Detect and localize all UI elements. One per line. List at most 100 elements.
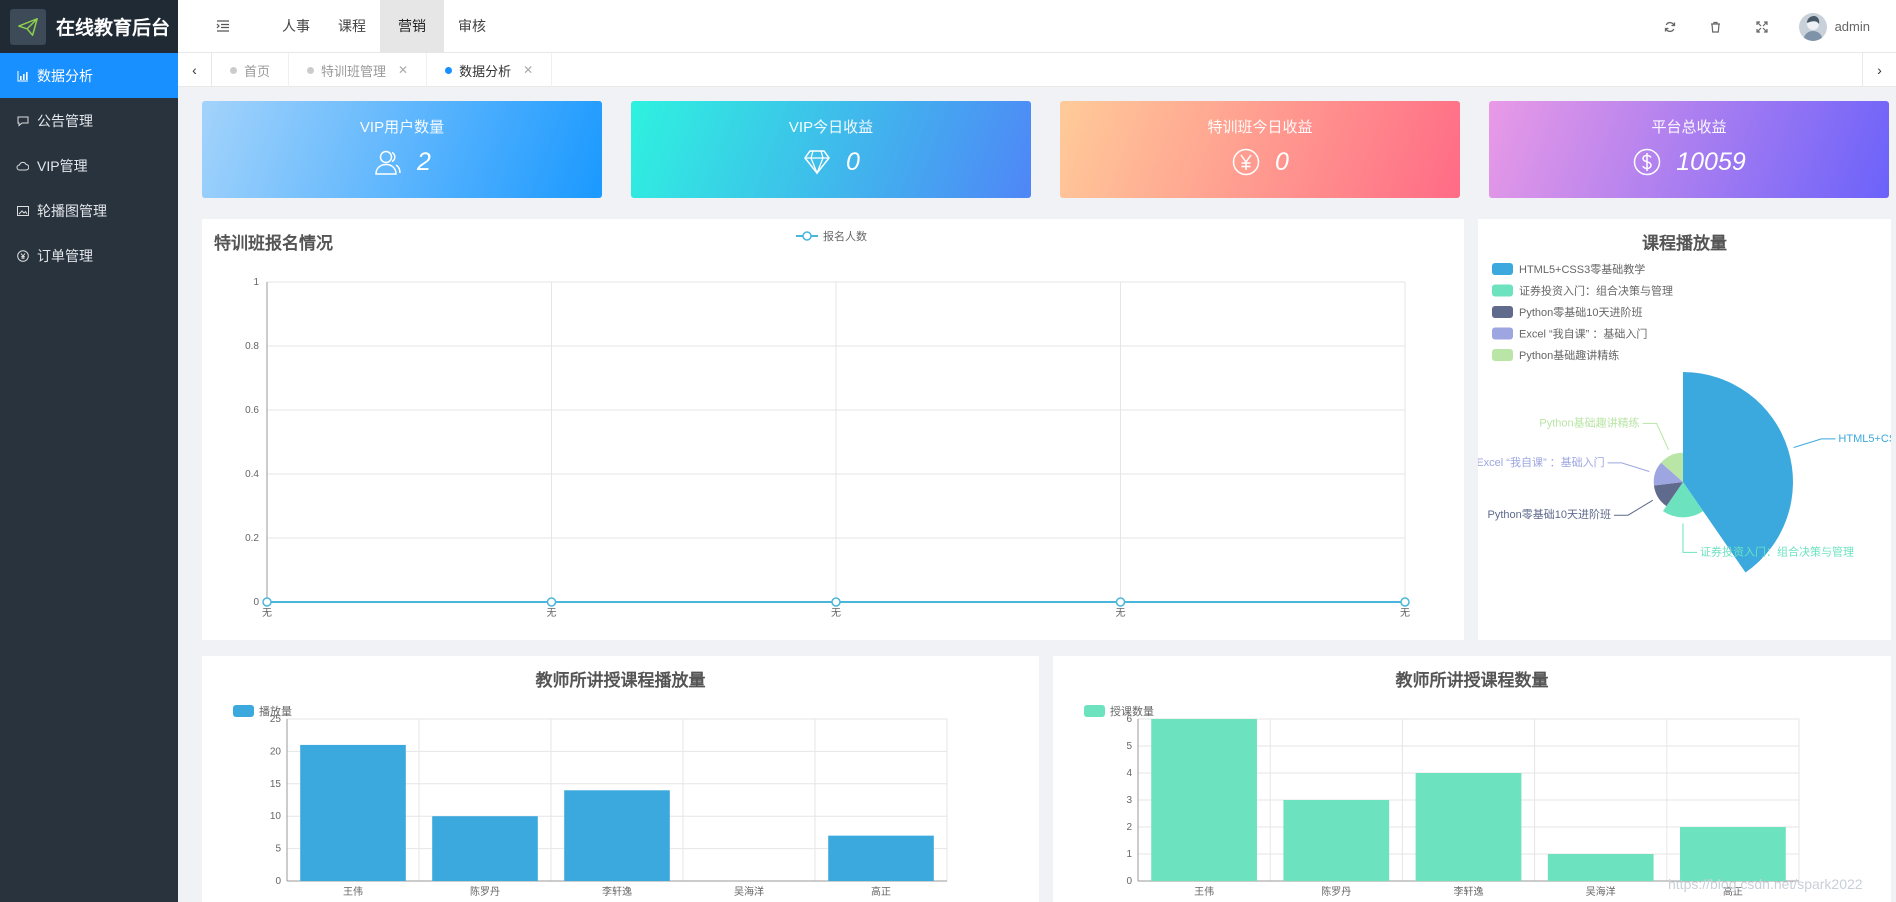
slice-leader-line xyxy=(1607,462,1650,472)
legend-label: Python基础趣讲精练 xyxy=(1519,348,1619,362)
data-point xyxy=(831,597,841,607)
legend-label: Excel “我自课” ：基础入门 xyxy=(1519,327,1647,341)
paper-plane-icon xyxy=(10,8,46,45)
tab-scroll-left-icon[interactable]: ‹ xyxy=(178,53,212,87)
y-tick-label: 5 xyxy=(275,844,281,855)
tab-bar: ‹ 首页 特训班管理 ✕ 数据分析 ✕ › xyxy=(178,53,1896,87)
tab-label: 数据分析 xyxy=(459,63,512,79)
x-tick-label: 高正 xyxy=(871,885,891,898)
nav-review[interactable]: 审核 xyxy=(444,0,500,53)
nav-hr[interactable]: 人事 xyxy=(268,0,324,53)
sidebar: 在线教育后台 数据分析 公告管理 VIP管理 轮播图管理 订单管理 xyxy=(0,0,178,902)
x-tick-label: 无 xyxy=(1116,608,1126,619)
stat-title: VIP今日收益 xyxy=(788,119,874,136)
tab-status-dot xyxy=(307,66,315,74)
x-tick-label: 李轩逸 xyxy=(602,885,632,898)
legend-swatch xyxy=(1492,327,1513,340)
bar xyxy=(1151,719,1257,881)
close-icon[interactable]: ✕ xyxy=(523,63,533,77)
bar xyxy=(1415,773,1522,881)
legend-swatch xyxy=(1492,306,1513,318)
x-tick-label: 吴海洋 xyxy=(734,885,764,898)
y-tick-label: 10 xyxy=(270,811,282,822)
pie-slice xyxy=(1683,372,1793,573)
stat-card-total-income: 平台总收益 10059 xyxy=(1489,101,1889,198)
menu-toggle-icon[interactable] xyxy=(178,0,268,53)
tab-status-dot xyxy=(445,66,453,74)
cloud-icon xyxy=(16,159,29,172)
teacher-count-panel: 教师所讲授课程数量 0 1 2 3 4 5 6 王伟 陈罗丹 李轩逸 吴海洋 高正 授课数量 xyxy=(1053,656,1891,902)
stat-title: 特训班今日收益 xyxy=(1207,119,1313,136)
x-tick-label: 无 xyxy=(262,608,272,619)
legend-swatch xyxy=(1492,284,1513,297)
y-tick-label: 20 xyxy=(270,746,282,757)
slice-label: Python基础趣讲精练 xyxy=(1539,415,1639,429)
x-tick-label: 陈罗丹 xyxy=(1321,885,1351,898)
dollar-icon xyxy=(1632,147,1662,177)
stat-card-training-income: 特训班今日收益 0 xyxy=(1060,101,1460,198)
avatar[interactable] xyxy=(1798,12,1827,41)
bar-chart-plays: 0510152025王伟 陈罗丹 李轩逸 吴海洋 高正播放量 xyxy=(233,704,948,898)
y-tick-label: 1 xyxy=(1126,849,1132,860)
legend-label: 播放量 xyxy=(259,704,292,718)
pie-chart: HTML5+CSS3零基础教学证券投资入门：组合决策与管理 Python零基础10… xyxy=(1478,262,1891,573)
slice-leader-line xyxy=(1682,523,1697,553)
legend-label: 报名人数 xyxy=(823,229,867,243)
stat-card-vip-income: VIP今日收益 0 xyxy=(631,101,1031,198)
stat-value: 10059 xyxy=(1676,147,1746,176)
bar-chart-course-count: 0123456王伟 陈罗丹 李轩逸 吴海洋 高正授课数量 xyxy=(1084,704,1800,898)
legend-swatch xyxy=(1492,349,1513,361)
x-tick-label: 吴海洋 xyxy=(1586,885,1616,898)
fullscreen-icon[interactable] xyxy=(1739,0,1785,53)
y-tick-label: 0.4 xyxy=(245,469,259,480)
diamond-icon xyxy=(802,147,832,177)
sidebar-item-label: 数据分析 xyxy=(37,67,93,84)
y-tick-label: 3 xyxy=(1126,795,1132,806)
tab-scroll-right-icon[interactable]: › xyxy=(1862,53,1896,87)
nav-marketing[interactable]: 营销 xyxy=(380,0,444,53)
refresh-icon[interactable] xyxy=(1647,0,1693,53)
y-tick-label: 0 xyxy=(1126,876,1132,887)
tab-data-analysis[interactable]: 数据分析 ✕ xyxy=(427,53,553,87)
legend-label: 授课数量 xyxy=(1110,704,1154,718)
legend-label: Python零基础10天进阶班 xyxy=(1519,305,1642,319)
close-icon[interactable]: ✕ xyxy=(398,63,408,77)
logo[interactable]: 在线教育后台 xyxy=(0,0,178,53)
y-tick-label: 4 xyxy=(1126,768,1132,779)
bar xyxy=(432,816,538,881)
x-tick-label: 无 xyxy=(1400,608,1410,619)
sidebar-item-vip[interactable]: VIP管理 xyxy=(0,143,178,188)
sidebar-item-data-analysis[interactable]: 数据分析 xyxy=(0,53,178,98)
sidebar-item-announcements[interactable]: 公告管理 xyxy=(0,98,178,143)
username[interactable]: admin xyxy=(1835,19,1870,34)
x-tick-label: 无 xyxy=(547,608,557,619)
stat-title: 平台总收益 xyxy=(1651,119,1727,136)
stat-value: 2 xyxy=(417,147,431,176)
sidebar-item-carousel[interactable]: 轮播图管理 xyxy=(0,188,178,233)
y-tick-label: 0.2 xyxy=(245,533,259,544)
bar xyxy=(300,744,406,881)
x-tick-label: 陈罗丹 xyxy=(470,885,500,898)
sidebar-item-orders[interactable]: 订单管理 xyxy=(0,233,178,278)
image-icon xyxy=(16,204,29,217)
tab-training-class[interactable]: 特训班管理 ✕ xyxy=(289,53,428,87)
tab-home[interactable]: 首页 xyxy=(212,53,290,87)
line-chart: 0 0.2 0.4 0.6 0.8 1 无 无 无 无 无 报名人数 xyxy=(245,229,1410,619)
slice-label: 证券投资入门：组合决策与管理 xyxy=(1700,544,1854,558)
bar-chart-icon xyxy=(16,69,29,82)
nav-course[interactable]: 课程 xyxy=(324,0,380,53)
y-tick-label: 0.6 xyxy=(245,405,259,416)
slice-label: HTML5+CSS3零基础教学 xyxy=(1838,431,1891,445)
slice-label: Excel “我自课” ：基础入门 xyxy=(1478,455,1605,469)
legend-marker xyxy=(802,231,812,241)
x-tick-label: 王伟 xyxy=(343,885,363,898)
chat-icon xyxy=(16,114,29,127)
users-icon xyxy=(373,147,403,177)
sidebar-item-label: 轮播图管理 xyxy=(37,202,107,219)
legend-swatch xyxy=(1084,705,1105,717)
bar xyxy=(564,790,670,881)
slice-leader-line xyxy=(1614,499,1654,516)
tab-status-dot xyxy=(230,66,237,74)
trash-icon[interactable] xyxy=(1693,0,1739,53)
tab-label: 首页 xyxy=(244,63,271,79)
